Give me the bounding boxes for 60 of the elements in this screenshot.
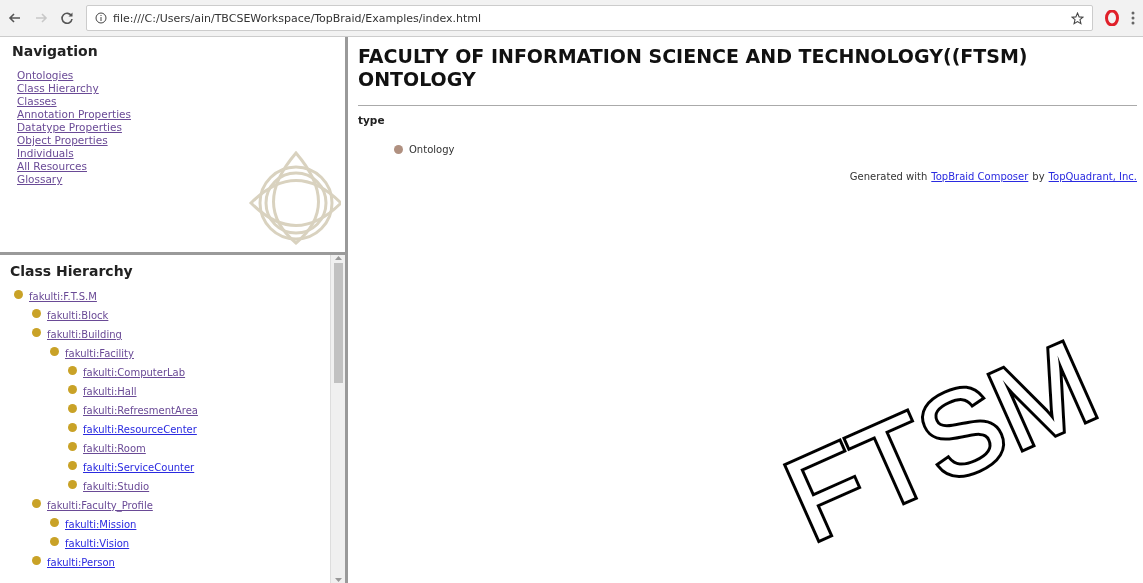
scroll-down-icon[interactable] <box>334 577 342 583</box>
class-bullet-icon <box>32 499 41 508</box>
class-bullet-icon <box>32 556 41 565</box>
footer-text: by <box>1032 171 1045 182</box>
star-icon[interactable] <box>1071 11 1084 25</box>
class-link[interactable]: fakulti:RefresmentArea <box>83 405 198 417</box>
nav-link[interactable]: All Resources <box>17 160 87 173</box>
property-value: Ontology <box>409 144 455 155</box>
class-bullet-icon <box>68 385 77 394</box>
panel-title: Class Hierarchy <box>10 263 134 279</box>
extension-icon[interactable] <box>1105 10 1119 26</box>
property-label: type <box>358 114 385 126</box>
scroll-thumb[interactable] <box>333 263 343 383</box>
class-link[interactable]: fakulti:Faculty_Profile <box>47 500 153 512</box>
footer-link[interactable]: TopQuadrant, Inc. <box>1048 171 1137 182</box>
class-link[interactable]: fakulti:ComputerLab <box>83 367 186 379</box>
nav-link[interactable]: Class Hierarchy <box>17 82 99 95</box>
class-link[interactable]: fakulti:Mission <box>65 519 137 531</box>
nav-link[interactable]: Annotation Properties <box>17 108 131 121</box>
class-link[interactable]: fakulti:Vision <box>65 538 130 550</box>
class-bullet-icon <box>14 290 23 299</box>
scroll-up-icon[interactable] <box>334 255 342 261</box>
page-title: FACULTY OF INFORMATION SCIENCE AND TECHNOLOGY((FTSM) ONTOLOGY <box>358 45 1029 91</box>
footer-link[interactable]: TopBraid Composer <box>931 171 1029 182</box>
class-bullet-icon <box>32 328 41 337</box>
class-link[interactable]: fakulti:Person <box>47 557 115 569</box>
nav-link[interactable]: Ontologies <box>17 69 74 82</box>
nav-link[interactable]: Object Properties <box>17 134 108 147</box>
class-link[interactable]: fakulti:F.T.S.M <box>29 291 97 303</box>
back-icon[interactable] <box>8 11 22 25</box>
scrollbar[interactable] <box>330 255 345 583</box>
nav-link[interactable]: Individuals <box>17 147 74 160</box>
panel-title: Navigation <box>12 43 99 59</box>
nav-link[interactable]: Classes <box>17 95 57 108</box>
class-bullet-icon <box>50 537 59 546</box>
nav-link[interactable]: Datatype Properties <box>17 121 122 134</box>
menu-icon[interactable] <box>1131 11 1135 25</box>
class-bullet-icon <box>68 366 77 375</box>
class-link[interactable]: fakulti:ResourceCenter <box>83 424 197 436</box>
reload-icon[interactable] <box>60 11 74 25</box>
class-bullet-icon <box>68 404 77 413</box>
class-link[interactable]: fakulti:Room <box>83 443 146 455</box>
bullet-icon <box>394 145 403 154</box>
class-link[interactable]: fakulti:Building <box>47 329 122 341</box>
class-bullet-icon <box>68 461 77 470</box>
class-link[interactable]: fakulti:Facility <box>65 348 134 360</box>
address-field[interactable]: file:///C:/Users/ain/TBCSEWorkspace/TopBraid/Examples/index.html <box>86 5 1093 31</box>
class-link[interactable]: fakulti:ServiceCounter <box>83 462 195 474</box>
class-bullet-icon <box>68 423 77 432</box>
class-bullet-icon <box>32 309 41 318</box>
class-bullet-icon <box>50 518 59 527</box>
class-bullet-icon <box>50 347 59 356</box>
class-link[interactable]: fakulti:Block <box>47 310 109 322</box>
class-link[interactable]: fakulti:Studio <box>83 481 150 493</box>
class-bullet-icon <box>68 480 77 489</box>
class-bullet-icon <box>68 442 77 451</box>
class-link[interactable]: fakulti:Hall <box>83 386 137 398</box>
footer-text: Generated with <box>849 171 928 182</box>
info-icon[interactable] <box>95 12 107 24</box>
nav-link[interactable]: Glossary <box>17 173 63 186</box>
